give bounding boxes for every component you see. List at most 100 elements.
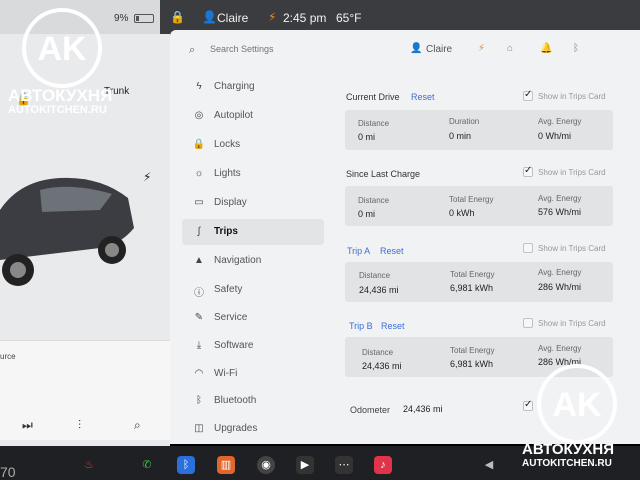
nav-label: Navigation: [214, 255, 262, 266]
stat-value: 6,981 kWh: [450, 283, 494, 293]
odometer-value: 24,436 mi: [403, 404, 443, 414]
stat-label: Total Energy: [450, 270, 495, 279]
nav-label: Software: [214, 340, 254, 351]
audio-icon[interactable]: ▥: [217, 456, 235, 474]
bluetooth-icon: ᛒ: [196, 395, 202, 406]
equalizer-icon[interactable]: ⫶: [78, 418, 81, 433]
nav-label: Trips: [214, 226, 238, 237]
show-in-trips-label: Show in Trips Card: [538, 92, 606, 101]
nav-bluetooth[interactable]: ᛒ Bluetooth: [182, 388, 324, 414]
odometer-label: Odometer: [350, 405, 391, 415]
search-input[interactable]: [210, 44, 350, 54]
bag-icon: ◫: [194, 423, 204, 434]
show-current-drive-checkbox[interactable]: [523, 89, 533, 101]
show-trip-b-checkbox[interactable]: [523, 318, 533, 328]
stat-value: 0 min: [449, 131, 472, 141]
media-source-label[interactable]: urce: [0, 352, 16, 361]
camera-icon[interactable]: ◉: [257, 456, 275, 474]
charging-icon: ⚡: [478, 43, 486, 54]
bell-icon[interactable]: 🔔: [540, 43, 552, 54]
status-temperature: 65°F: [336, 11, 362, 25]
stat-label: Duration: [449, 117, 480, 126]
nav-wifi[interactable]: ◠ Wi-Fi: [182, 361, 324, 387]
status-user[interactable]: Claire: [217, 11, 248, 25]
trip-b-title: Trip B: [349, 321, 373, 331]
stat-value: 24,436 mi: [362, 361, 402, 371]
nav-display[interactable]: ▭ Display: [182, 190, 324, 216]
nav-software[interactable]: ⤓ Software: [182, 333, 324, 359]
profile-icon[interactable]: 👤: [410, 43, 422, 54]
battery-percent: 9%: [114, 13, 129, 24]
nav-safety[interactable]: ⓘ Safety: [182, 277, 324, 303]
profile-icon[interactable]: 👤: [202, 10, 217, 24]
bluetooth-icon[interactable]: ᛒ: [177, 456, 195, 474]
nav-label: Safety: [214, 284, 243, 295]
reset-trip-a-button[interactable]: Reset: [380, 246, 404, 256]
autokitchen-logo: AK: [22, 8, 102, 88]
bluetooth-icon[interactable]: ᛒ: [573, 43, 579, 54]
reset-trip-b-button[interactable]: Reset: [381, 321, 405, 331]
show-in-trips-label: Show in Trips Card: [538, 168, 606, 177]
volume-icon[interactable]: ◀: [480, 456, 498, 474]
more-icon[interactable]: ⋯: [335, 456, 353, 474]
wrench-icon: ✎: [194, 312, 204, 323]
sun-icon: ☼: [194, 168, 204, 179]
show-trip-a-checkbox[interactable]: [523, 243, 533, 253]
show-in-trips-label: Show in Trips Card: [538, 244, 606, 253]
nav-label: Wi-Fi: [214, 368, 238, 379]
since-charge-stats: Distance 0 mi Total Energy 0 kWh Avg. En…: [345, 186, 613, 226]
display-icon: ▭: [194, 197, 204, 208]
since-last-charge-title: Since Last Charge: [346, 169, 421, 179]
nav-charging[interactable]: ϟ Charging: [182, 74, 324, 100]
lock-icon: 🔒: [192, 139, 206, 150]
nav-label: Autopilot: [214, 110, 253, 121]
car-image[interactable]: [0, 150, 135, 290]
stat-value: 0 mi: [358, 209, 376, 219]
show-since-charge-checkbox[interactable]: [523, 165, 533, 177]
garage-icon[interactable]: ⌂: [507, 43, 513, 54]
stat-label: Avg. Energy: [538, 268, 582, 277]
phone-icon[interactable]: ✆: [138, 456, 156, 474]
stat-value: 24,436 mi: [359, 285, 399, 295]
stat-value: 0 Wh/mi: [538, 131, 572, 141]
stat-value: 576 Wh/mi: [538, 207, 582, 217]
logo-monogram: AK: [37, 30, 87, 68]
stat-label: Distance: [358, 119, 390, 128]
nav-lights[interactable]: ☼ Lights: [182, 161, 324, 187]
status-time: 2:45 pm: [283, 11, 327, 25]
watermark-url: AUTOKITCHEN.RU: [522, 458, 612, 469]
charging-icon: ⚡: [268, 10, 277, 24]
nav-upgrades[interactable]: ◫ Upgrades: [182, 416, 324, 442]
navigation-icon: ▲: [194, 255, 204, 266]
temperature-fragment: 70: [0, 464, 16, 480]
nav-trips[interactable]: ∫ Trips: [182, 219, 324, 245]
search-icon: ⌕: [189, 44, 196, 56]
search-media-icon[interactable]: ⌕: [134, 418, 141, 433]
header-user[interactable]: Claire: [426, 44, 452, 55]
nav-label: Display: [214, 197, 247, 208]
reset-current-drive-button[interactable]: Reset: [411, 92, 435, 102]
download-icon: ⤓: [196, 340, 202, 351]
nav-service[interactable]: ✎ Service: [182, 305, 324, 331]
nav-label: Charging: [214, 81, 255, 92]
stat-label: Total Energy: [449, 195, 494, 204]
lock-status-icon[interactable]: 🔒: [170, 10, 185, 24]
stat-label: Total Energy: [450, 346, 495, 355]
music-icon[interactable]: ♪: [374, 456, 392, 474]
nav-autopilot[interactable]: ◎ Autopilot: [182, 103, 324, 129]
video-icon[interactable]: ▶: [296, 456, 314, 474]
stat-value: 0 kWh: [449, 208, 475, 218]
next-track-icon[interactable]: ⏭: [22, 418, 33, 433]
stat-label: Distance: [359, 271, 391, 280]
nav-locks[interactable]: 🔒 Locks: [182, 132, 324, 158]
trip-a-title: Trip A: [347, 246, 371, 256]
show-odometer-checkbox[interactable]: [523, 399, 533, 411]
nav-navigation[interactable]: ▲ Navigation: [182, 248, 324, 274]
logo-monogram: AK: [552, 386, 602, 424]
charge-port-icon[interactable]: ⚡: [143, 170, 151, 184]
stat-value: 6,981 kWh: [450, 359, 494, 369]
seat-heater-icon[interactable]: ♨: [80, 456, 98, 474]
trips-icon: ∫: [197, 226, 201, 237]
steering-wheel-icon: ◎: [194, 110, 204, 121]
nav-label: Lights: [214, 168, 241, 179]
